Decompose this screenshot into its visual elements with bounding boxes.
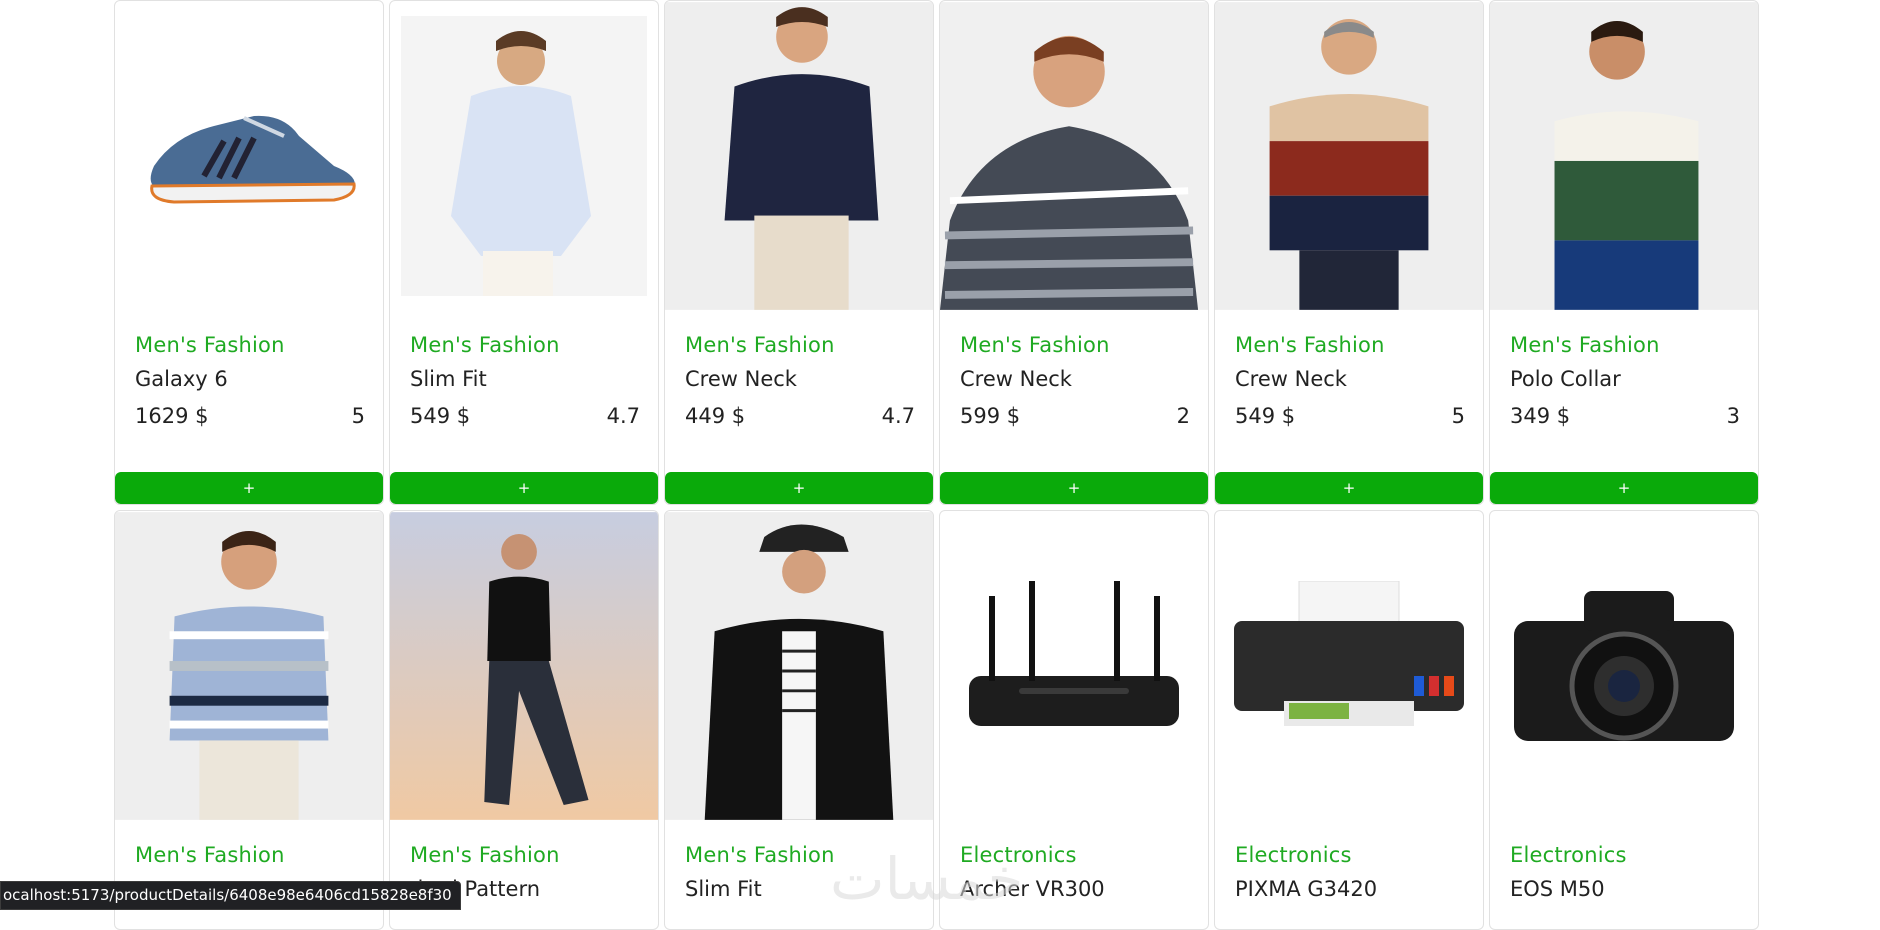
product-image[interactable] [1215, 511, 1483, 821]
add-to-cart-button[interactable]: + [665, 472, 933, 504]
product-category[interactable]: Electronics [1510, 843, 1627, 867]
product-image[interactable] [1215, 1, 1483, 311]
product-category[interactable]: Men's Fashion [135, 333, 285, 357]
product-image[interactable] [1490, 1, 1758, 311]
product-title[interactable]: PIXMA G3420 [1235, 877, 1377, 901]
product-price: 599 $ [960, 404, 1021, 428]
product-image[interactable] [390, 511, 658, 821]
product-card[interactable]: Men's Fashion Crew Neck 599 $ 2 + [939, 0, 1209, 505]
product-title[interactable]: Crew Neck [1235, 367, 1347, 391]
add-to-cart-button[interactable]: + [940, 472, 1208, 504]
product-title[interactable]: Crew Neck [685, 367, 797, 391]
product-rating: 2 [1176, 404, 1190, 428]
product-price: 549 $ [1235, 404, 1296, 428]
product-image[interactable] [665, 511, 933, 821]
product-category[interactable]: Men's Fashion [685, 843, 835, 867]
product-card[interactable]: Men's Fashion Slim Fit 549 $ 4.7 + [389, 0, 659, 505]
product-title[interactable]: Polo Collar [1510, 367, 1621, 391]
product-category[interactable]: Men's Fashion [685, 333, 835, 357]
watermark-text: خمسات [830, 845, 1024, 913]
product-image[interactable] [1490, 511, 1758, 821]
product-image[interactable] [115, 511, 383, 821]
product-title[interactable]: Slim Fit [685, 877, 762, 901]
product-rating: 3 [1726, 404, 1740, 428]
product-rating: 5 [1451, 404, 1465, 428]
add-to-cart-button[interactable]: + [115, 472, 383, 504]
product-category[interactable]: Men's Fashion [135, 843, 285, 867]
product-title[interactable]: Slim Fit [410, 367, 487, 391]
product-price: 449 $ [685, 404, 746, 428]
product-category[interactable]: Men's Fashion [410, 333, 560, 357]
product-card[interactable]: Men's Fashion Crew Neck 449 $ 4.7 + [664, 0, 934, 505]
product-card[interactable]: Electronics PIXMA G3420 [1214, 510, 1484, 930]
product-category[interactable]: Men's Fashion [1510, 333, 1660, 357]
product-card[interactable]: Men's Fashion [114, 510, 384, 930]
product-card[interactable]: Men's Fashion Crew Neck 549 $ 5 + [1214, 0, 1484, 505]
product-card[interactable]: Men's Fashion dard Pattern [389, 510, 659, 930]
product-rating: 5 [351, 404, 365, 428]
product-image[interactable] [940, 511, 1208, 821]
product-category[interactable]: Electronics [1235, 843, 1352, 867]
product-image[interactable] [390, 1, 658, 311]
add-to-cart-button[interactable]: + [1490, 472, 1758, 504]
product-image[interactable] [115, 1, 383, 311]
product-rating: 4.7 [606, 404, 640, 428]
product-image[interactable] [940, 1, 1208, 311]
product-card[interactable]: Men's Fashion Polo Collar 349 $ 3 + [1489, 0, 1759, 505]
product-price: 549 $ [410, 404, 471, 428]
product-price: 349 $ [1510, 404, 1571, 428]
product-category[interactable]: Men's Fashion [410, 843, 560, 867]
product-grid-row-1: Men's Fashion Galaxy 6 1629 $ 5 + Men's … [114, 0, 1759, 505]
product-category[interactable]: Men's Fashion [960, 333, 1110, 357]
product-category[interactable]: Men's Fashion [1235, 333, 1385, 357]
product-price: 1629 $ [135, 404, 209, 428]
add-to-cart-button[interactable]: + [1215, 472, 1483, 504]
add-to-cart-button[interactable]: + [390, 472, 658, 504]
product-title[interactable]: Crew Neck [960, 367, 1072, 391]
product-image[interactable] [665, 1, 933, 311]
product-title[interactable]: Galaxy 6 [135, 367, 228, 391]
product-rating: 4.7 [881, 404, 915, 428]
product-card[interactable]: Men's Fashion Galaxy 6 1629 $ 5 + [114, 0, 384, 505]
product-card[interactable]: Electronics EOS M50 [1489, 510, 1759, 930]
status-bar-url: ocalhost:5173/productDetails/6408e98e640… [0, 881, 461, 910]
product-title[interactable]: EOS M50 [1510, 877, 1605, 901]
